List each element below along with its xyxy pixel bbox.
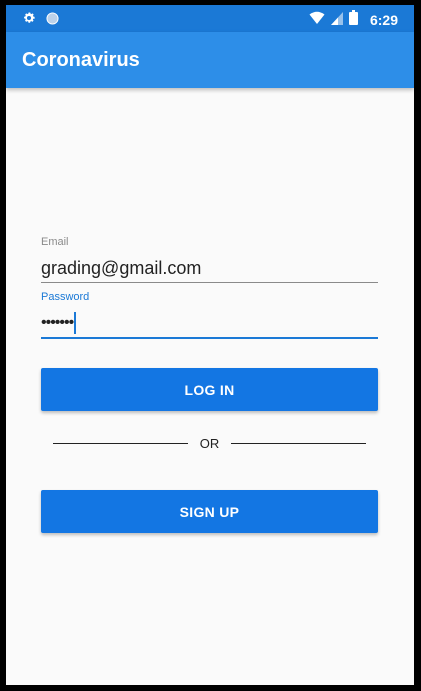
email-underline	[41, 282, 378, 283]
or-divider: OR	[53, 433, 366, 453]
gear-icon	[22, 11, 36, 30]
email-field-container: Email	[41, 236, 378, 283]
status-bar-left	[22, 11, 59, 30]
divider-text: OR	[199, 435, 220, 451]
password-field[interactable]: •••••••	[41, 312, 378, 334]
signup-button[interactable]: SIGN UP	[41, 490, 378, 533]
divider-line-left	[53, 442, 188, 444]
battery-icon	[348, 10, 358, 30]
divider-line-right	[231, 442, 366, 444]
password-value: •••••••	[41, 314, 74, 331]
text-caret	[74, 312, 77, 334]
status-bar-right: 6:29	[309, 10, 398, 30]
email-field[interactable]	[41, 257, 378, 279]
wifi-icon	[309, 11, 325, 30]
status-bar: 6:29	[6, 5, 414, 32]
signal-icon	[330, 11, 343, 30]
password-underline	[41, 337, 378, 339]
app-screen: 6:29 Coronavirus Email Password ••••••• …	[6, 5, 414, 685]
password-label: Password	[41, 291, 90, 303]
app-bar: Coronavirus	[6, 32, 414, 88]
page-title: Coronavirus	[22, 49, 140, 71]
circle-icon	[46, 11, 59, 30]
password-field-container: Password •••••••	[41, 291, 378, 339]
login-button[interactable]: LOG IN	[41, 368, 378, 411]
status-time: 6:29	[369, 12, 398, 28]
email-label: Email	[41, 236, 69, 248]
